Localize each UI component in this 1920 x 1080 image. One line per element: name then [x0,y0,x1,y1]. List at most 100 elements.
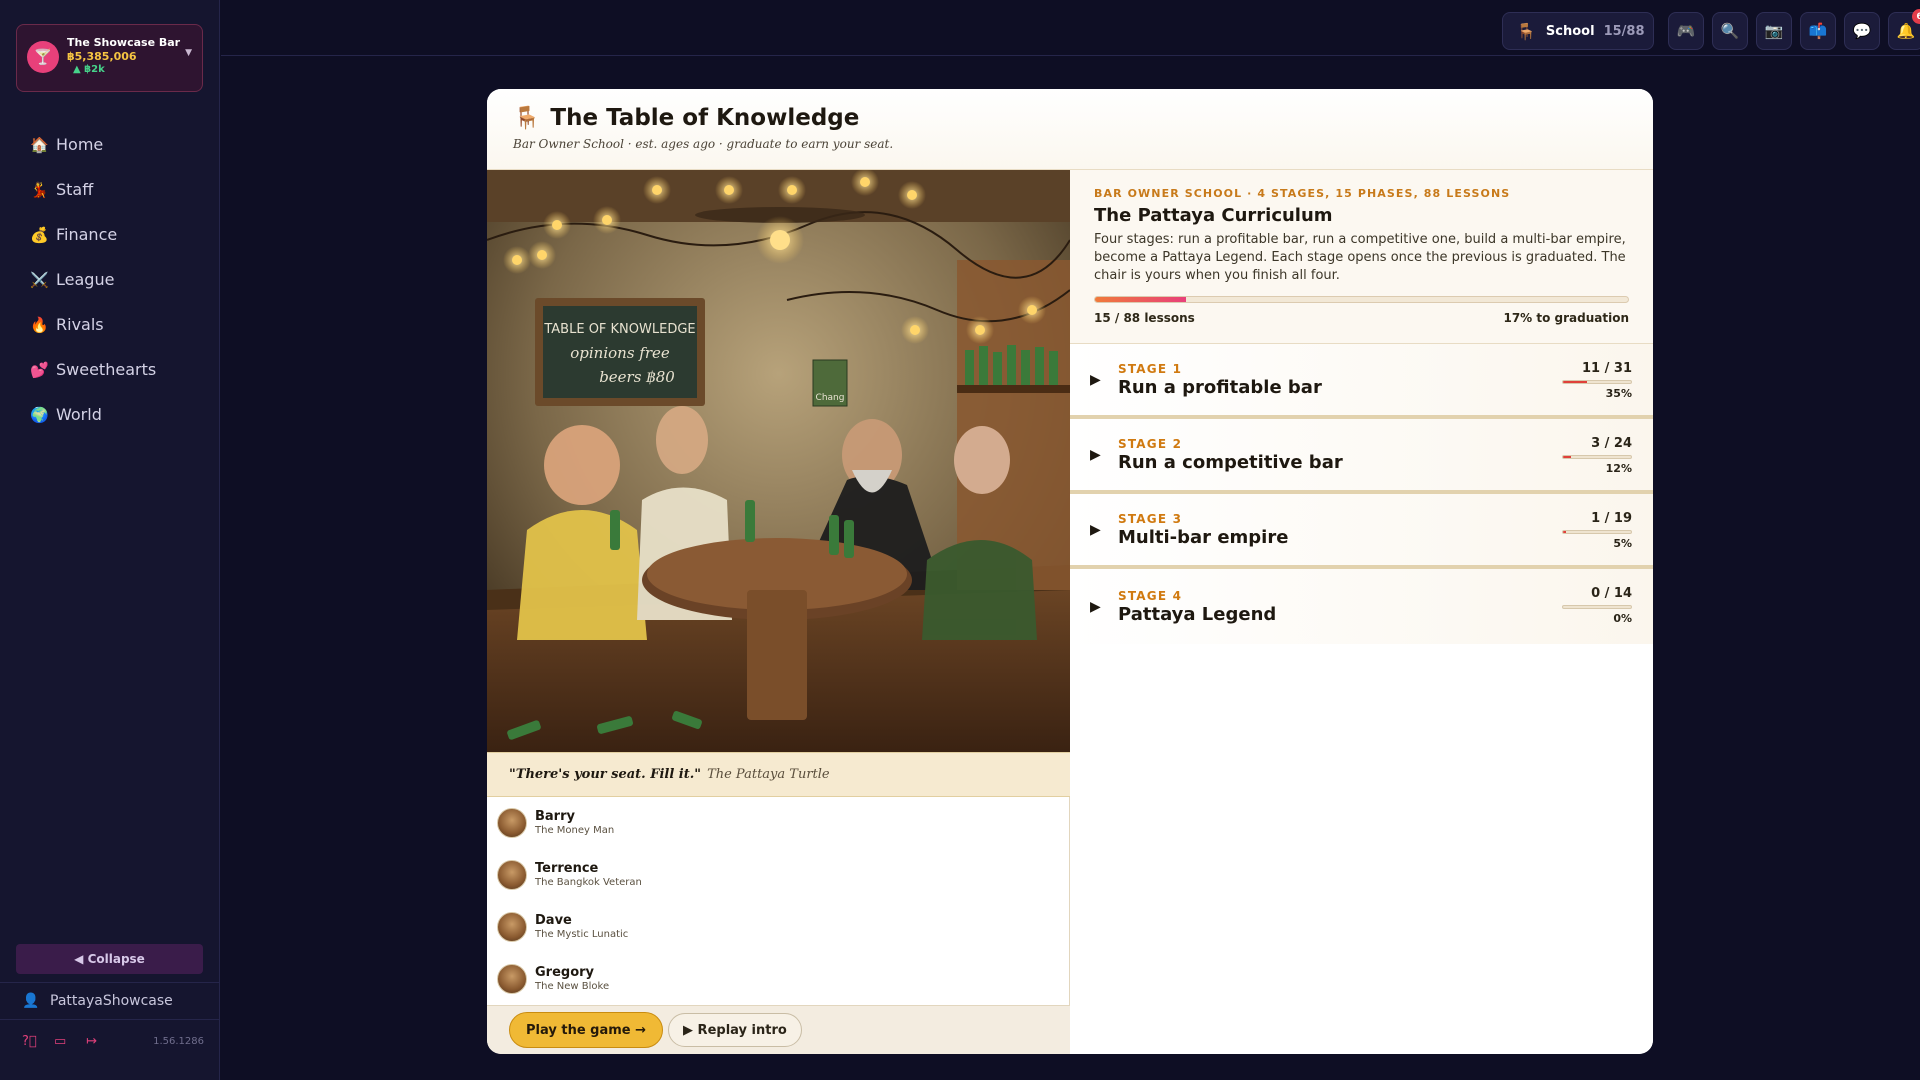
quote-bar: "There's your seat. Fill it." The Pattay… [487,752,1070,797]
stage-name: Run a profitable bar [1118,376,1322,398]
chevron-down-icon[interactable]: ▼ [185,48,192,58]
stage-row[interactable]: ▶ STAGE 4 Pattaya Legend 0 / 14 0% [1070,569,1653,644]
stage-count: 1 / 19 [1591,511,1632,526]
sidebar: 🍸 The Showcase Bar ฿5,385,006 ▲ ฿2k ▼ 🏠 H… [0,0,220,1080]
stage-text: STAGE 1 Run a profitable bar [1118,362,1322,398]
gamepad-icon: 🎮 [1676,22,1696,40]
avatar [497,912,527,942]
gamepad-button[interactable]: 🎮 [1668,12,1704,50]
character-item[interactable]: Terrence The Bangkok Veteran [487,849,1070,901]
curriculum-description: Four stages: run a profitable bar, run a… [1094,232,1626,284]
stage-progress: 3 / 24 12% [1562,436,1632,475]
school-progress-button[interactable]: 🪑 School 15/88 [1502,12,1654,50]
character-role: The Bangkok Veteran [535,876,642,888]
expand-triangle-icon: ▶ [1090,521,1101,538]
poster-label: Chang [816,393,845,403]
home-icon: 🏠 [30,135,49,154]
nav-label: Rivals [56,315,104,334]
nav-item-rivals[interactable]: 🔥 Rivals [16,302,203,347]
top-bar: 🪑 School 15/88 🎮 🔍 📷 📫 💬 🔔 6 [221,0,1920,56]
nav-item-home[interactable]: 🏠 Home [16,122,203,167]
panel-subtitle: Bar Owner School · est. ages ago · gradu… [513,137,894,151]
bar-name: The Showcase Bar [67,36,181,49]
chat-icon: 💬 [1852,22,1872,40]
stage-number: STAGE 4 [1118,588,1183,603]
nav-item-league[interactable]: ⚔️ League [16,257,203,302]
panel-title-text: The Table of Knowledge [550,105,860,131]
search-icon: 🔍 [1720,22,1740,40]
chalkboard-line: opinions free [570,344,670,362]
stage-name: Run a competitive bar [1118,451,1343,473]
character-text: Dave The Mystic Lunatic [535,913,628,942]
character-item[interactable]: Barry The Money Man [487,797,1070,849]
user-profile-link[interactable]: 👤 PattayaShowcase [0,982,220,1020]
play-game-button[interactable]: Play the game → [509,1012,664,1048]
logout-icon[interactable]: ↦ [86,1034,118,1049]
replay-intro-button[interactable]: ▶ Replay intro [668,1013,802,1047]
expand-triangle-icon: ▶ [1090,371,1101,388]
stage-progress-bar [1562,380,1632,384]
character-item[interactable]: Gregory The New Bloke [487,953,1070,1005]
expand-triangle-icon: ▶ [1090,446,1101,463]
stage-row[interactable]: ▶ STAGE 3 Multi-bar empire 1 / 19 5% [1070,494,1653,569]
table-of-knowledge-panel: 🪑 The Table of Knowledge Bar Owner Schoo… [487,89,1653,1054]
chalkboard-price: beers ฿80 [599,368,675,386]
user-icon: 👤 [22,993,40,1009]
chat-button[interactable]: 💬 [1844,12,1880,50]
bar-switcher[interactable]: 🍸 The Showcase Bar ฿5,385,006 ▲ ฿2k ▼ [16,24,203,92]
chair-icon: 🪑 [513,105,541,131]
nav-label: Staff [56,180,94,199]
stage-percent: 5% [1613,537,1632,550]
curriculum-progress-meta: 15 / 88 lessons 17% to graduation [1094,311,1629,325]
globe-icon: 🌍 [30,405,49,424]
notifications-button[interactable]: 🔔 6 [1888,9,1920,50]
bell-icon: 🔔 [1896,22,1916,40]
notification-badge: 6 [1912,9,1920,24]
stage-number: STAGE 3 [1118,511,1183,526]
character-role: The New Bloke [535,980,610,992]
expand-triangle-icon: ▶ [1090,598,1101,615]
character-name: Terrence [535,860,599,876]
stage-progress-bar [1562,455,1632,459]
help-icon[interactable]: ?⃝ [22,1034,54,1049]
stage-progress: 1 / 19 5% [1562,511,1632,550]
collapse-sidebar-button[interactable]: ◀ Collapse [16,944,203,974]
avatar [497,964,527,994]
avatar [497,808,527,838]
character-item[interactable]: Dave The Mystic Lunatic [487,901,1070,953]
stage-progress-bar [1562,605,1632,609]
stage-name: Pattaya Legend [1118,603,1277,625]
nav-item-world[interactable]: 🌍 World [16,392,203,437]
stage-percent: 0% [1613,612,1632,625]
character-name: Gregory [535,964,595,980]
stage-number: STAGE 2 [1118,436,1183,451]
stage-row[interactable]: ▶ STAGE 1 Run a profitable bar 11 / 31 3… [1070,344,1653,419]
bar-scene-illustration: TABLE OF KNOWLEDGE opinions free beers ฿… [487,170,1070,752]
bar-info: The Showcase Bar ฿5,385,006 ▲ ฿2k [67,36,185,76]
nav-label: Finance [56,225,118,244]
mailbox-button[interactable]: 📫 [1800,12,1836,50]
character-text: Terrence The Bangkok Veteran [535,861,642,890]
nav-item-staff[interactable]: 💃 Staff [16,167,203,212]
quote-text: "There's your seat. Fill it." [509,767,702,782]
nav-item-sweethearts[interactable]: 💕 Sweethearts [16,347,203,392]
panel-header: 🪑 The Table of Knowledge Bar Owner Schoo… [487,89,1653,170]
stage-count: 3 / 24 [1591,436,1632,451]
curriculum-progress-fill [1095,296,1186,302]
character-role: The Mystic Lunatic [535,928,629,940]
bar-balance: ฿5,385,006 [67,49,137,63]
stage-progress-fill [1563,381,1587,383]
curriculum-title: The Pattaya Curriculum [1094,205,1333,226]
camera-button[interactable]: 📷 [1756,12,1792,50]
stage-row[interactable]: ▶ STAGE 2 Run a competitive bar 3 / 24 1… [1070,419,1653,494]
stage-number: STAGE 1 [1118,361,1183,376]
chalkboard-title: TABLE OF KNOWLEDGE [543,322,695,337]
stage-percent: 12% [1605,462,1632,475]
left-column: TABLE OF KNOWLEDGE opinions free beers ฿… [487,170,1070,1054]
nav-item-finance[interactable]: 💰 Finance [16,212,203,257]
stage-text: STAGE 2 Run a competitive bar [1118,437,1343,473]
chat-bubble-icon[interactable]: ▭ [54,1034,86,1049]
graduation-percent: 17% to graduation [1503,310,1629,325]
search-button[interactable]: 🔍 [1712,12,1748,50]
character-name: Dave [535,912,572,928]
